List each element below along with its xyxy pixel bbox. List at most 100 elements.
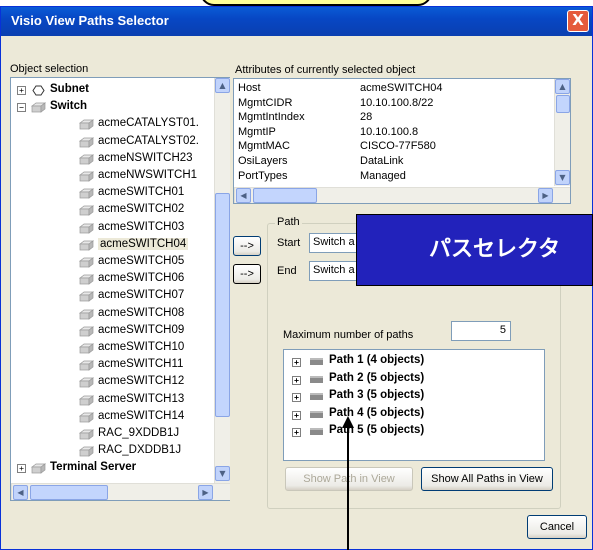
path-label: Path 1 (4 objects): [329, 354, 425, 366]
show-path-in-view-button[interactable]: Show Path in View: [285, 467, 413, 491]
expand-icon[interactable]: +: [292, 375, 301, 385]
window-title: Visio View Paths Selector: [11, 13, 169, 28]
device-icon: [78, 119, 95, 131]
attribute-key: PortTypes: [238, 169, 288, 182]
close-button[interactable]: X: [567, 10, 589, 32]
path-icon: [310, 358, 323, 365]
device-icon: [78, 377, 95, 389]
pointer-line: [347, 425, 349, 550]
attribute-key: MgmtIP: [238, 125, 276, 138]
tree-vertical-scrollbar[interactable]: ▲ ▼: [214, 78, 230, 483]
expand-icon[interactable]: +: [292, 393, 301, 402]
attr-horizontal-scrollbar[interactable]: ◀ ▶: [234, 187, 570, 203]
collapse-icon[interactable]: −: [17, 103, 26, 113]
attribute-row[interactable]: PortTypes Managed: [238, 170, 548, 182]
attribute-row[interactable]: MgmtIP 10.10.100.8: [238, 126, 548, 138]
tree-item-label: acmeCATALYST02.: [98, 134, 199, 147]
device-icon: [78, 274, 95, 285]
attribute-value: DataLink: [360, 155, 404, 167]
attribute-row[interactable]: OsiLayers DataLink: [238, 155, 548, 167]
attributes-list[interactable]: Host acmeSWITCH04 MgmtCIDR 10.10.100.8/22 Mg…: [233, 78, 571, 204]
path-label: Path 2 (5 objects): [329, 371, 425, 384]
scroll-thumb[interactable]: [215, 193, 230, 417]
device-icon: [78, 257, 95, 268]
device-icon: [78, 171, 95, 182]
attr-scroll-left-button[interactable]: ◀: [236, 188, 251, 203]
device-icon: [78, 136, 95, 148]
tree-item-label: acmeSWITCH08: [98, 306, 185, 319]
attribute-row[interactable]: MgmtMAC CISCO-77F580: [238, 140, 548, 152]
device-icon: [78, 188, 95, 199]
scroll-up-button[interactable]: ▲: [215, 78, 230, 93]
device-icon: [78, 446, 95, 457]
attribute-row[interactable]: MgmtIntIndex 28: [238, 111, 548, 123]
device-icon: [78, 412, 95, 423]
attribute-value: Managed: [360, 169, 406, 182]
overlay-callout: パスセレクタ: [356, 214, 593, 286]
attribute-value: 10.10.100.8: [360, 125, 419, 138]
tree-item-label: acmeSWITCH09: [98, 323, 185, 336]
expand-icon[interactable]: +: [17, 464, 26, 474]
attribute-value: 10.10.100.8/22: [360, 96, 434, 109]
object-selection-label: Object selection: [10, 63, 89, 75]
path-icon: [310, 393, 323, 400]
device-icon: [78, 308, 95, 320]
path-label: Path 3 (5 objects): [329, 389, 425, 401]
attr-vertical-scrollbar[interactable]: ▲ ▼: [554, 79, 570, 186]
paths-list[interactable]: + Path 1 (4 objects) + Path 2 (5 objects) + P…: [283, 349, 545, 461]
tree-item-label: acmeSWITCH14: [98, 409, 185, 422]
attribute-row[interactable]: Host acmeSWITCH04: [238, 82, 548, 94]
end-label: End: [277, 265, 297, 277]
attribute-key: MgmtCIDR: [238, 96, 293, 109]
device-icon: [78, 429, 95, 440]
scroll-down-button[interactable]: ▼: [215, 466, 230, 481]
tree-item-label: acmeNSWITCH23: [98, 151, 193, 164]
tree-item-label: acmeSWITCH06: [98, 272, 185, 285]
set-start-arrow-button[interactable]: -->: [233, 236, 261, 256]
tree-item-label: RAC_DXDDB1J: [98, 444, 182, 457]
device-icon: [78, 326, 95, 337]
title-bar[interactable]: Visio View Paths Selector X: [1, 7, 592, 36]
attributes-rows: Host acmeSWITCH04 MgmtCIDR 10.10.100.8/22 Mg…: [234, 82, 552, 188]
attr-h-scroll-thumb[interactable]: [253, 188, 317, 203]
device-icon: [78, 291, 95, 303]
scroll-left-button[interactable]: ◀: [13, 485, 28, 500]
show-all-paths-button[interactable]: Show All Paths in View: [421, 467, 553, 491]
tree-item-label: acmeSWITCH11: [98, 358, 184, 371]
expand-icon[interactable]: +: [292, 358, 301, 367]
object-tree[interactable]: + Subnet − Switch acmeCATALYST01. acmeCATALYS…: [10, 77, 230, 501]
expand-icon[interactable]: +: [292, 428, 301, 437]
device-icon: [78, 240, 95, 251]
path-group-label: Path: [275, 216, 302, 228]
device-icon: [78, 205, 95, 217]
h-scroll-thumb[interactable]: [30, 485, 108, 500]
terminal-server-icon: [30, 463, 47, 475]
scroll-right-button[interactable]: ▶: [198, 485, 213, 500]
tree-item-label: acmeCATALYST01.: [98, 117, 199, 130]
tree-item-label: Switch: [50, 100, 88, 113]
path-icon: [310, 428, 323, 435]
subnet-icon: [31, 85, 46, 96]
tree-item-label: acmeSWITCH02: [98, 203, 185, 216]
pointer-arrowhead: [342, 416, 354, 428]
expand-icon[interactable]: +: [292, 410, 301, 420]
attr-scroll-thumb[interactable]: [556, 95, 570, 113]
tree-horizontal-scrollbar[interactable]: ◀ ▶: [11, 483, 230, 500]
device-icon: [78, 360, 95, 371]
tree-item-label: acmeSWITCH05: [98, 255, 185, 267]
attr-scroll-up-button[interactable]: ▲: [555, 79, 570, 94]
attribute-value: acmeSWITCH04: [360, 82, 443, 94]
object-tree-list: + Subnet − Switch acmeCATALYST01. acmeCATALYS…: [11, 82, 211, 482]
expand-icon[interactable]: +: [17, 86, 26, 95]
attr-scroll-right-button[interactable]: ▶: [538, 188, 553, 203]
tree-item-label: acmeSWITCH07: [98, 289, 185, 302]
tree-item-label: acmeSWITCH01: [98, 186, 185, 199]
max-paths-label: Maximum number of paths: [283, 329, 414, 341]
device-icon: [78, 154, 95, 165]
switch-icon: [30, 102, 47, 113]
set-end-arrow-button[interactable]: -->: [233, 264, 261, 284]
cancel-button[interactable]: Cancel: [527, 515, 587, 539]
max-paths-input[interactable]: 5: [451, 321, 511, 341]
attribute-row[interactable]: MgmtCIDR 10.10.100.8/22: [238, 97, 548, 109]
attr-scroll-down-button[interactable]: ▼: [555, 170, 570, 185]
